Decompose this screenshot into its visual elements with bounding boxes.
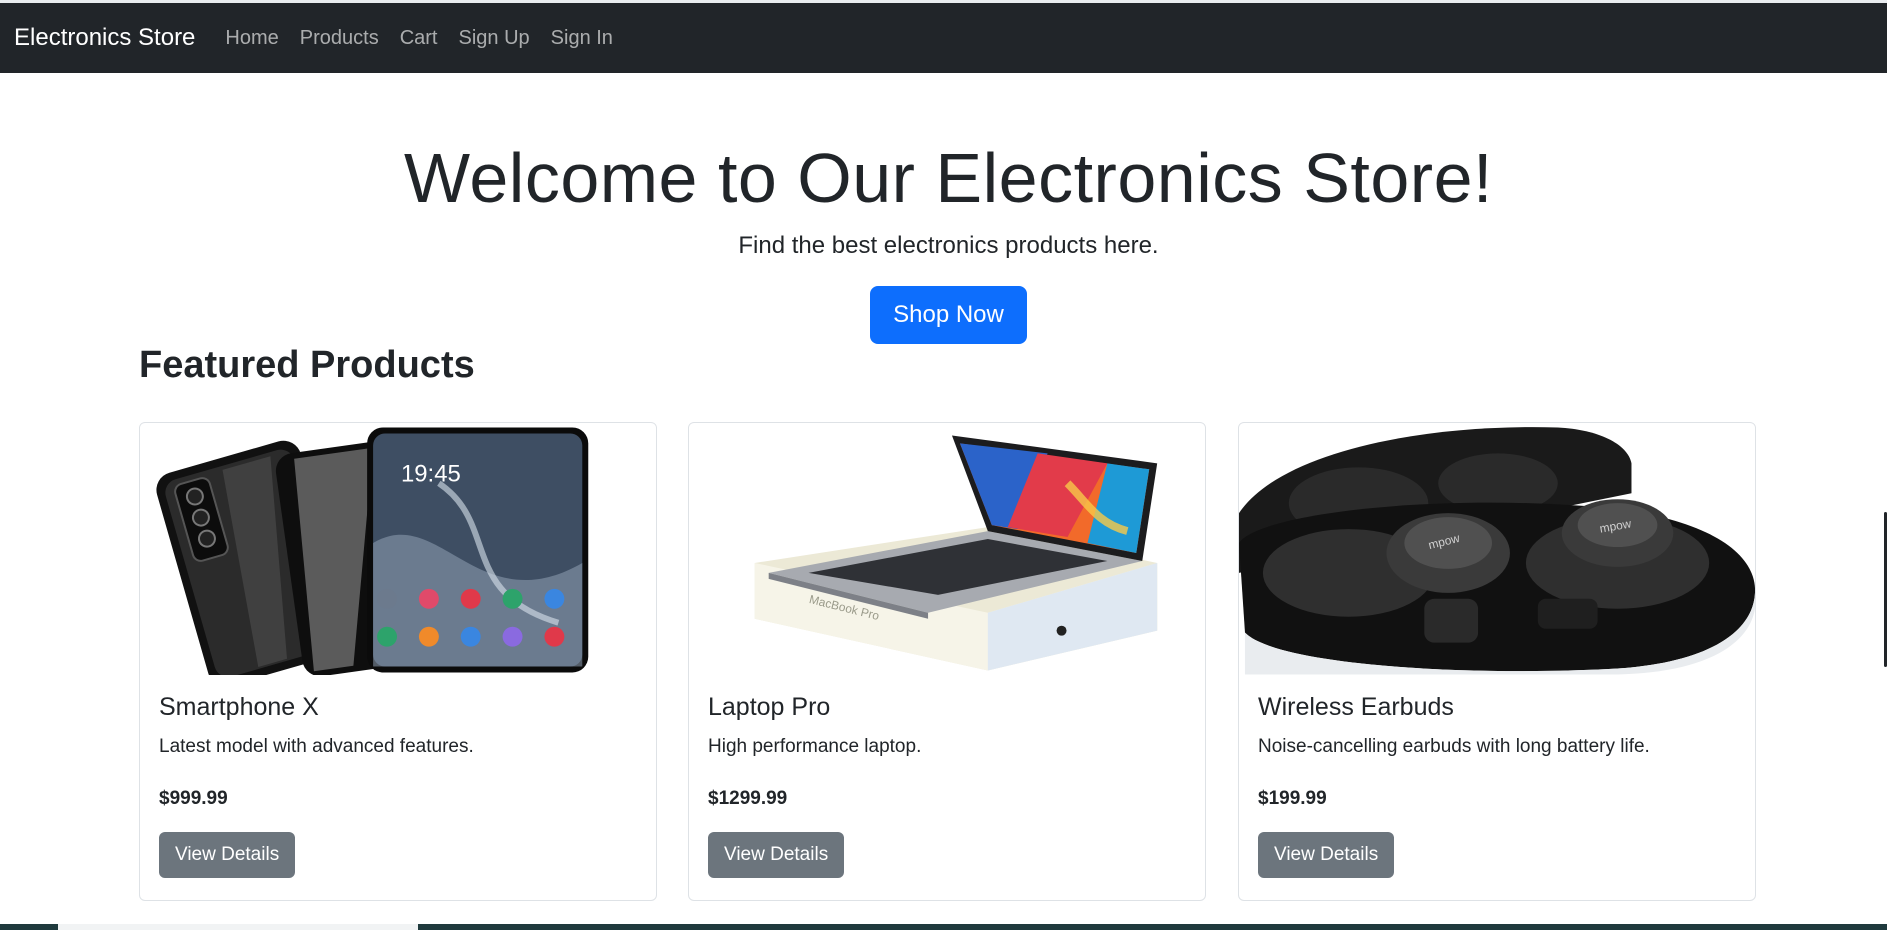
card-body: Laptop Pro High performance laptop. $129… — [708, 693, 1187, 878]
view-details-button[interactable]: View Details — [159, 832, 296, 878]
product-card-smartphone: 19:45 Smartphone X Latest model with adv… — [139, 422, 657, 901]
card-body: Wireless Earbuds Noise-cancelling earbud… — [1258, 693, 1737, 878]
hero-title: Welcome to Our Electronics Store! — [404, 139, 1493, 217]
nav-link-cart[interactable]: Cart — [400, 27, 438, 50]
product-card-laptop: MacBook Pro Laptop Pro High performance … — [688, 422, 1206, 901]
product-price: $999.99 — [159, 788, 228, 809]
footer-tab — [58, 924, 418, 930]
smartphone-image: 19:45 — [140, 423, 656, 675]
hero-subtitle: Find the best electronics products here. — [738, 232, 1159, 259]
view-details-button[interactable]: View Details — [708, 832, 845, 878]
nav-link-sign-in[interactable]: Sign In — [551, 27, 613, 50]
product-name: Smartphone X — [159, 693, 319, 721]
footer-strip — [0, 924, 1887, 930]
laptop-image: MacBook Pro — [689, 423, 1205, 675]
nav-link-sign-up[interactable]: Sign Up — [459, 27, 530, 50]
product-description: Latest model with advanced features. — [159, 736, 474, 757]
card-body: Smartphone X Latest model with advanced … — [159, 693, 638, 878]
nav-link-products[interactable]: Products — [300, 27, 379, 50]
navbar: Electronics Store Home Products Cart Sig… — [0, 3, 1887, 73]
product-price: $1299.99 — [708, 788, 788, 809]
featured-products-title: Featured Products — [139, 344, 475, 386]
view-details-button[interactable]: View Details — [1258, 832, 1395, 878]
earbuds-image: mpow mpow — [1239, 423, 1755, 675]
product-description: Noise-cancelling earbuds with long batte… — [1258, 736, 1650, 757]
nav-links: Home Products Cart Sign Up Sign In — [225, 27, 613, 50]
product-name: Wireless Earbuds — [1258, 693, 1454, 721]
svg-text:19:45: 19:45 — [401, 460, 461, 487]
product-card-earbuds: mpow mpow Wireless Earbuds Noise-cancell… — [1238, 422, 1756, 901]
product-name: Laptop Pro — [708, 693, 831, 721]
shop-now-button[interactable]: Shop Now — [870, 286, 1027, 344]
product-description: High performance laptop. — [708, 736, 922, 757]
nav-link-home[interactable]: Home — [225, 27, 278, 50]
product-price: $199.99 — [1258, 788, 1327, 809]
navbar-brand[interactable]: Electronics Store — [14, 24, 195, 52]
